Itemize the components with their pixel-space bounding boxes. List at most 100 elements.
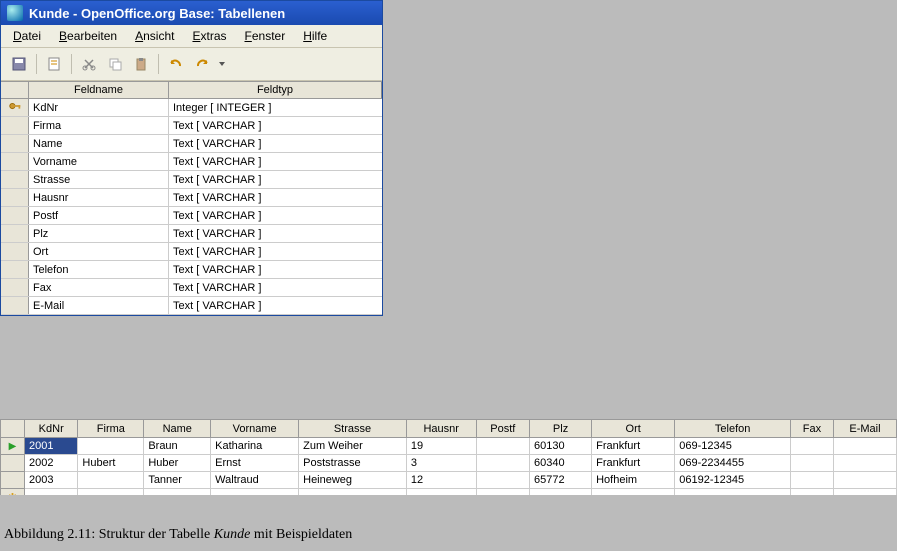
data-cell[interactable]: Tanner: [144, 472, 211, 489]
data-column-header[interactable]: Vorname: [211, 420, 299, 438]
design-row[interactable]: PlzText [ VARCHAR ]: [1, 225, 382, 243]
design-row[interactable]: FirmaText [ VARCHAR ]: [1, 117, 382, 135]
field-type-cell[interactable]: Text [ VARCHAR ]: [169, 225, 382, 242]
data-column-header[interactable]: Strasse: [299, 420, 407, 438]
design-row[interactable]: VornameText [ VARCHAR ]: [1, 153, 382, 171]
data-cell[interactable]: 2003: [25, 472, 78, 489]
field-name-cell[interactable]: KdNr: [29, 99, 169, 116]
design-row[interactable]: StrasseText [ VARCHAR ]: [1, 171, 382, 189]
field-type-cell[interactable]: Text [ VARCHAR ]: [169, 297, 382, 314]
undo-button[interactable]: [164, 52, 188, 76]
data-column-header[interactable]: Ort: [592, 420, 675, 438]
data-cell[interactable]: Braun: [144, 438, 211, 455]
data-column-header[interactable]: E-Mail: [833, 420, 896, 438]
field-name-cell[interactable]: Plz: [29, 225, 169, 242]
data-cell[interactable]: Katharina: [211, 438, 299, 455]
row-selector[interactable]: [1, 135, 29, 152]
data-column-header[interactable]: Firma: [78, 420, 144, 438]
design-row[interactable]: OrtText [ VARCHAR ]: [1, 243, 382, 261]
data-row-selector[interactable]: [1, 472, 25, 489]
row-selector[interactable]: [1, 189, 29, 206]
field-name-cell[interactable]: Vorname: [29, 153, 169, 170]
row-selector[interactable]: [1, 243, 29, 260]
row-selector-header[interactable]: [1, 82, 29, 98]
design-row[interactable]: TelefonText [ VARCHAR ]: [1, 261, 382, 279]
row-selector[interactable]: [1, 117, 29, 134]
redo-button[interactable]: [190, 52, 214, 76]
row-selector[interactable]: [1, 297, 29, 314]
data-cell[interactable]: 60130: [530, 438, 592, 455]
field-name-cell[interactable]: Hausnr: [29, 189, 169, 206]
field-name-cell[interactable]: Postf: [29, 207, 169, 224]
data-cell[interactable]: 069-12345: [675, 438, 791, 455]
data-cell[interactable]: [78, 472, 144, 489]
toolbar-dropdown[interactable]: [216, 52, 228, 76]
data-cell[interactable]: Hubert: [78, 455, 144, 472]
data-cell[interactable]: 19: [406, 438, 476, 455]
data-cell[interactable]: Poststrasse: [299, 455, 407, 472]
field-type-cell[interactable]: Text [ VARCHAR ]: [169, 243, 382, 260]
titlebar[interactable]: Kunde - OpenOffice.org Base: Tabellenen: [1, 1, 382, 25]
design-row[interactable]: HausnrText [ VARCHAR ]: [1, 189, 382, 207]
data-cell[interactable]: 06192-12345: [675, 472, 791, 489]
field-type-cell[interactable]: Text [ VARCHAR ]: [169, 189, 382, 206]
paste-button[interactable]: [129, 52, 153, 76]
menu-extras[interactable]: Extras: [184, 27, 234, 45]
data-row[interactable]: 2003TannerWaltraudHeineweg1265772Hofheim…: [1, 472, 897, 489]
data-column-header[interactable]: KdNr: [25, 420, 78, 438]
field-name-cell[interactable]: Ort: [29, 243, 169, 260]
data-cell[interactable]: Frankfurt: [592, 455, 675, 472]
row-selector[interactable]: [1, 171, 29, 188]
edit-button[interactable]: [42, 52, 66, 76]
field-type-cell[interactable]: Text [ VARCHAR ]: [169, 135, 382, 152]
data-row-selector-header[interactable]: [1, 420, 25, 438]
design-row[interactable]: FaxText [ VARCHAR ]: [1, 279, 382, 297]
data-cell[interactable]: Waltraud: [211, 472, 299, 489]
field-type-cell[interactable]: Integer [ INTEGER ]: [169, 99, 382, 116]
field-type-cell[interactable]: Text [ VARCHAR ]: [169, 153, 382, 170]
data-cell[interactable]: 069-2234455: [675, 455, 791, 472]
data-column-header[interactable]: Postf: [476, 420, 529, 438]
header-fieldtype[interactable]: Feldtyp: [169, 82, 382, 98]
row-selector[interactable]: [1, 279, 29, 296]
menu-bearbeiten[interactable]: Bearbeiten: [51, 27, 125, 45]
data-cell[interactable]: 2002: [25, 455, 78, 472]
data-cell[interactable]: Hofheim: [592, 472, 675, 489]
data-cell[interactable]: 2001: [25, 438, 78, 455]
field-type-cell[interactable]: Text [ VARCHAR ]: [169, 207, 382, 224]
data-cell[interactable]: [791, 472, 834, 489]
menu-datei[interactable]: Datei: [5, 27, 49, 45]
data-row-selector[interactable]: [1, 455, 25, 472]
data-cell[interactable]: [78, 438, 144, 455]
data-cell[interactable]: [833, 455, 896, 472]
data-cell[interactable]: [791, 438, 834, 455]
row-selector[interactable]: [1, 261, 29, 278]
row-selector[interactable]: [1, 153, 29, 170]
data-cell[interactable]: Zum Weiher: [299, 438, 407, 455]
data-cell[interactable]: 65772: [530, 472, 592, 489]
field-name-cell[interactable]: Name: [29, 135, 169, 152]
data-column-header[interactable]: Name: [144, 420, 211, 438]
data-cell[interactable]: [833, 438, 896, 455]
field-type-cell[interactable]: Text [ VARCHAR ]: [169, 117, 382, 134]
field-type-cell[interactable]: Text [ VARCHAR ]: [169, 279, 382, 296]
data-cell[interactable]: [833, 472, 896, 489]
data-row[interactable]: ▶2001BraunKatharinaZum Weiher1960130Fran…: [1, 438, 897, 455]
design-row[interactable]: E-MailText [ VARCHAR ]: [1, 297, 382, 315]
data-cell[interactable]: [791, 455, 834, 472]
field-name-cell[interactable]: E-Mail: [29, 297, 169, 314]
field-type-cell[interactable]: Text [ VARCHAR ]: [169, 171, 382, 188]
design-row[interactable]: PostfText [ VARCHAR ]: [1, 207, 382, 225]
field-name-cell[interactable]: Fax: [29, 279, 169, 296]
field-name-cell[interactable]: Strasse: [29, 171, 169, 188]
data-cell[interactable]: [476, 472, 529, 489]
field-name-cell[interactable]: Firma: [29, 117, 169, 134]
design-row[interactable]: NameText [ VARCHAR ]: [1, 135, 382, 153]
data-cell[interactable]: 3: [406, 455, 476, 472]
data-cell[interactable]: 60340: [530, 455, 592, 472]
data-cell[interactable]: [476, 438, 529, 455]
data-cell[interactable]: Frankfurt: [592, 438, 675, 455]
field-name-cell[interactable]: Telefon: [29, 261, 169, 278]
data-row[interactable]: 2002HubertHuberErnstPoststrasse360340Fra…: [1, 455, 897, 472]
data-cell[interactable]: 12: [406, 472, 476, 489]
